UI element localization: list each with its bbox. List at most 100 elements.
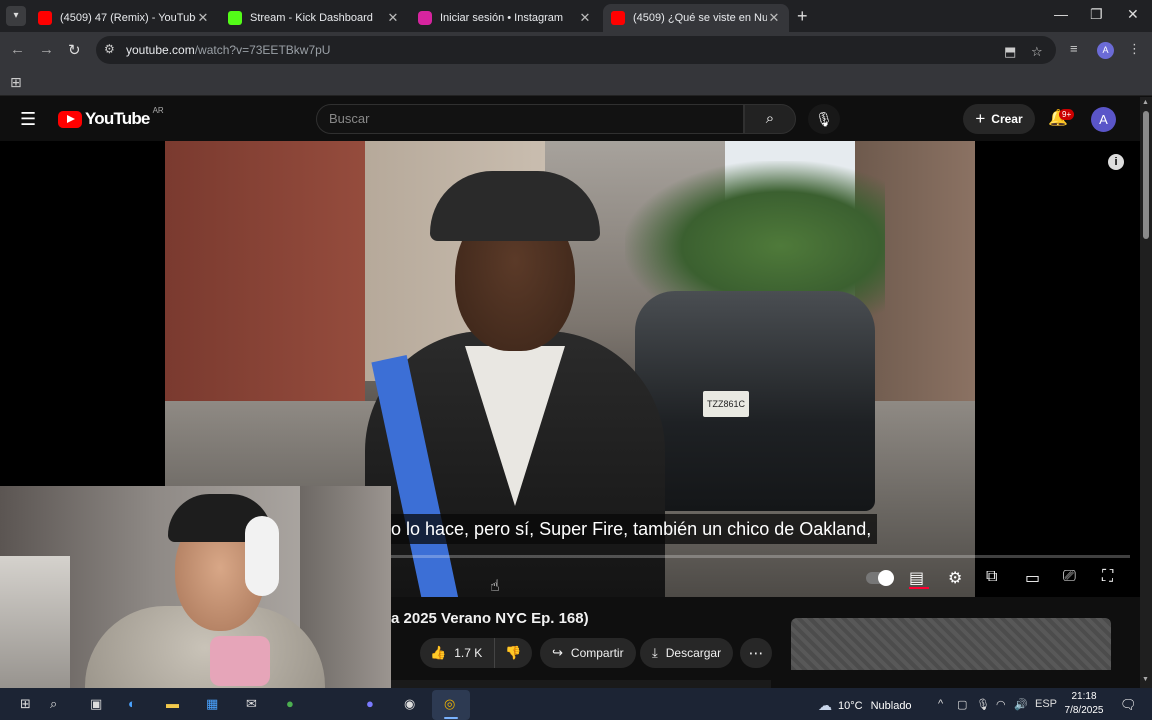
weather-condition: Nublado bbox=[870, 699, 912, 712]
license-plate: TZZ861C bbox=[703, 391, 749, 417]
media-controls-icon[interactable]: ≡ bbox=[1070, 41, 1078, 56]
account-avatar[interactable]: A bbox=[1091, 107, 1116, 132]
video-title: a 2025 Verano NYC Ep. 168) bbox=[391, 610, 589, 627]
autoplay-toggle[interactable] bbox=[866, 570, 894, 586]
download-icon: ⤓ bbox=[652, 645, 658, 660]
like-button[interactable]: 👍 1.7 K bbox=[420, 638, 496, 668]
youtube-logo[interactable]: YouTube AR bbox=[58, 106, 164, 129]
page-scrollbar[interactable] bbox=[1140, 97, 1152, 688]
video-scene-building bbox=[165, 141, 365, 431]
file-explorer-icon[interactable]: ▬ bbox=[166, 696, 179, 711]
settings-gear-icon[interactable]: ⚙ bbox=[948, 568, 962, 588]
search-button[interactable]: ⌕ bbox=[744, 104, 796, 134]
start-menu-icon[interactable]: ⊞ bbox=[20, 696, 31, 712]
microphone-tray-icon[interactable]: 🎙 bbox=[976, 698, 990, 711]
address-bar[interactable]: ⚙ youtube.com/watch?v=73EETBkw7pU ⬒ ☆ bbox=[96, 36, 1056, 64]
share-icon: ↪ bbox=[552, 645, 563, 660]
search-input[interactable] bbox=[329, 111, 729, 126]
microphone-icon: 🎙 bbox=[815, 111, 833, 127]
clock-time: 21:18 bbox=[1071, 691, 1097, 702]
close-window-icon[interactable]: ✕ bbox=[1127, 6, 1139, 23]
search-taskbar-icon[interactable]: ⌕ bbox=[50, 696, 57, 712]
store-icon[interactable]: ▦ bbox=[206, 696, 218, 712]
tab-youtube-remix[interactable]: (4509) 47 (Remix) - YouTube ✕ bbox=[30, 4, 218, 32]
cast-icon[interactable]: ⎚ bbox=[1063, 568, 1076, 586]
back-icon[interactable]: ← bbox=[10, 41, 25, 58]
more-actions-button[interactable]: ⋯ bbox=[740, 638, 772, 668]
share-button[interactable]: ↪ Compartir bbox=[540, 638, 636, 668]
edge-icon[interactable]: ◐ bbox=[128, 696, 136, 711]
cloud-icon: ☁ bbox=[818, 697, 832, 713]
wifi-icon[interactable]: ◠ bbox=[996, 698, 1006, 711]
weather-widget[interactable]: ☁ 10°C Nublado bbox=[818, 697, 912, 714]
caption-text: o lo hace, pero sí, Super Fire, también … bbox=[391, 514, 878, 544]
youtube-play-icon bbox=[58, 110, 82, 128]
tab-close-icon[interactable]: ✕ bbox=[196, 10, 210, 26]
video-scene-cap bbox=[430, 171, 600, 241]
kick-favicon-icon bbox=[228, 11, 242, 25]
minimize-icon[interactable]: — bbox=[1054, 6, 1068, 22]
browser-profile-avatar[interactable]: A bbox=[1097, 42, 1114, 59]
download-label: Descargar bbox=[665, 646, 722, 660]
input-language[interactable]: ESP bbox=[1035, 698, 1057, 710]
tab-search-menu-icon[interactable]: ▾ bbox=[6, 6, 26, 26]
fullscreen-icon[interactable]: ⛶ bbox=[1102, 568, 1113, 586]
bookmark-star-icon[interactable]: ☆ bbox=[1031, 44, 1043, 60]
progress-bar[interactable] bbox=[391, 555, 1130, 558]
apps-grid-icon[interactable]: ⊞ bbox=[10, 74, 22, 91]
info-icon[interactable]: i bbox=[1108, 154, 1124, 170]
discord-icon[interactable]: ● bbox=[366, 696, 374, 711]
volume-icon[interactable]: 🔊 bbox=[1014, 698, 1028, 711]
miniplayer-icon[interactable]: ⧉ bbox=[986, 568, 997, 586]
thumbs-up-icon: 👍 bbox=[430, 645, 447, 660]
description-box-edge bbox=[391, 680, 771, 688]
obs-icon[interactable]: ◉ bbox=[404, 696, 415, 712]
tab-close-icon[interactable]: ✕ bbox=[767, 10, 781, 26]
app-icon[interactable]: ● bbox=[286, 696, 294, 711]
tab-instagram[interactable]: Iniciar sesión • Instagram ✕ bbox=[410, 4, 600, 32]
tab-close-icon[interactable]: ✕ bbox=[578, 10, 592, 26]
youtube-favicon-icon bbox=[38, 11, 52, 25]
theater-mode-icon[interactable]: ▭ bbox=[1025, 568, 1040, 588]
subtitles-active-indicator bbox=[909, 587, 929, 589]
site-info-icon[interactable]: ⚙ bbox=[104, 42, 115, 56]
webcam-scene-headphones bbox=[245, 516, 279, 596]
voice-search-button[interactable]: 🎙 bbox=[808, 104, 840, 134]
create-button[interactable]: + Crear bbox=[963, 104, 1035, 134]
dislike-button[interactable]: 👎 bbox=[495, 645, 531, 661]
tab-title: Iniciar sesión • Instagram bbox=[440, 12, 564, 24]
like-count: 1.7 K bbox=[454, 646, 483, 660]
subtitles-cc-icon[interactable]: ▤ bbox=[909, 568, 924, 588]
menu-hamburger-icon[interactable]: ☰ bbox=[20, 109, 36, 130]
reload-icon[interactable]: ↻ bbox=[68, 41, 81, 59]
video-scene-car: TZZ861C bbox=[635, 291, 875, 511]
tray-app-icon[interactable]: ▢ bbox=[957, 698, 967, 711]
tab-title: (4509) 47 (Remix) - YouTube bbox=[60, 12, 196, 24]
new-tab-icon[interactable]: + bbox=[797, 7, 808, 25]
youtube-header: ☰ YouTube AR ⌕ 🎙 + Crear 🔔 bbox=[0, 97, 1140, 141]
system-clock[interactable]: 21:18 7/8/2025 bbox=[1060, 690, 1108, 718]
task-view-icon[interactable]: ▣ bbox=[90, 696, 102, 712]
tab-kick-dashboard[interactable]: Stream - Kick Dashboard ✕ bbox=[220, 4, 408, 32]
scrollbar-thumb[interactable] bbox=[1143, 111, 1149, 239]
restore-icon[interactable]: ❐ bbox=[1090, 6, 1103, 23]
tray-overflow-chevron-icon[interactable]: ^ bbox=[938, 698, 943, 710]
tab-youtube-active[interactable]: (4509) ¿Qué se viste en Nueva Y ✕ bbox=[603, 4, 789, 32]
chrome-icon[interactable]: ◎ bbox=[444, 696, 455, 712]
notification-badge: 9+ bbox=[1059, 109, 1075, 120]
mail-icon[interactable]: ✉ bbox=[246, 696, 257, 712]
install-app-icon[interactable]: ⬒ bbox=[1004, 44, 1016, 60]
mouse-cursor-icon: ☝ bbox=[490, 578, 500, 595]
like-dislike-group: 👍 1.7 K 👎 bbox=[420, 638, 532, 668]
tab-close-icon[interactable]: ✕ bbox=[386, 10, 400, 26]
temperature: 10°C bbox=[838, 699, 863, 712]
download-button[interactable]: ⤓ Descargar bbox=[640, 638, 734, 668]
sidebar-ad-thumbnail[interactable] bbox=[791, 618, 1111, 670]
scroll-down-arrow-icon[interactable]: ▼ bbox=[1142, 676, 1149, 683]
browser-menu-icon[interactable]: ⋮ bbox=[1128, 41, 1141, 57]
plus-icon: + bbox=[975, 109, 986, 128]
notification-center-icon[interactable]: 🗨 bbox=[1120, 697, 1137, 713]
forward-icon[interactable]: → bbox=[39, 41, 54, 58]
scroll-up-arrow-icon[interactable]: ▲ bbox=[1142, 99, 1149, 106]
url-text: youtube.com/watch?v=73EETBkw7pU bbox=[126, 43, 331, 57]
